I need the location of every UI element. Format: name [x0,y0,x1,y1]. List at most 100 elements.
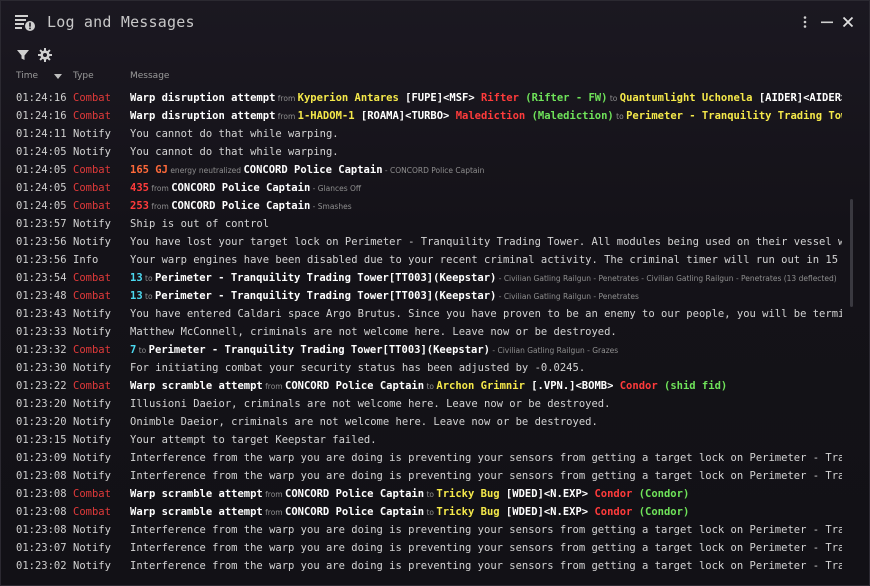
message-fragment: Warp disruption attempt [130,92,276,104]
message-fragment: For initiating combat your security stat… [130,362,586,374]
log-type: Notify [73,416,111,428]
log-time: 01:23:43 [16,308,67,320]
log-type: Notify [73,434,111,446]
toolbar [1,45,869,67]
log-time: 01:23:09 [16,452,67,464]
message-fragment: CONCORD Police Captain [285,506,425,518]
message-fragment: to [142,292,155,301]
log-row: 01:24:16 Combat Warp disruption attempt fr… [1,89,846,107]
scrollbar[interactable] [850,199,853,307]
message-fragment: to [424,382,437,391]
log-row: 01:23:56 Info Your warp engines have been … [1,251,846,269]
log-row: 01:23:57 Notify Ship is out of control [1,215,846,233]
message-fragment: Your attempt to target Keepstar failed. [130,434,377,446]
log-row: 01:23:32 Combat 7 to Perimeter - Tranquili… [1,341,846,359]
message-fragment: to [424,508,437,517]
message-fragment: Warp scramble attempt [130,380,263,392]
log-type: Combat [73,290,111,302]
message-fragment: Warp scramble attempt [130,488,263,500]
log-type: Notify [73,128,111,140]
column-message[interactable]: Message [130,71,169,81]
message-fragment: Condor [619,380,658,392]
message-fragment: [FUPE]<MSF> [398,92,481,104]
message-fragment: - Civilian Gatling Railgun - Penetrates … [496,274,837,283]
log-message: Warp disruption attempt from Kyperion An… [130,89,842,107]
log-row: 01:23:08 Combat Warp scramble attempt from… [1,485,846,503]
log-message: 13 to Perimeter - Tranquility Trading To… [130,287,842,305]
close-icon[interactable] [840,14,856,30]
message-fragment: from [262,490,285,499]
message-fragment: (shid fid) [657,380,728,392]
log-type: Notify [73,308,111,320]
log-row: 01:24:05 Combat 435 from CONCORD Police Ca… [1,179,846,197]
log-time: 01:23:30 [16,362,67,374]
log-time: 01:23:08 [16,506,67,518]
log-message: Warp scramble attempt from CONCORD Polic… [130,503,842,521]
log-type: Notify [73,236,111,248]
log-type: Combat [73,164,111,176]
log-message: You have lost your target lock on Perime… [130,233,842,251]
message-fragment: to [136,346,149,355]
message-fragment: CONCORD Police Captain [171,182,311,194]
log-type: Notify [73,452,111,464]
log-row: 01:23:08 Notify Interference from the warp… [1,521,846,539]
log-type: Combat [73,92,111,104]
log-type: Combat [73,344,111,356]
log-row: 01:23:22 Combat Warp scramble attempt from… [1,377,846,395]
log-row: 01:23:15 Notify Your attempt to target Kee… [1,431,846,449]
message-fragment: (Condor) [632,506,690,518]
title-bar[interactable]: Log and Messages [1,1,869,43]
column-type[interactable]: Type [73,71,94,81]
log-time: 01:23:08 [16,470,67,482]
window-title: Log and Messages [47,13,195,31]
message-fragment: energy neutralized [167,166,244,175]
log-message: You cannot do that while warping. [130,125,842,143]
message-fragment: Condor [594,488,633,500]
log-row: 01:23:07 Notify Interference from the warp… [1,539,846,557]
log-time: 01:24:05 [16,200,67,212]
message-fragment: Tricky Bug [436,506,500,518]
log-message: Warp scramble attempt from CONCORD Polic… [130,377,842,395]
message-fragment: 13 [130,272,143,284]
log-message: Interference from the warp you are doing… [130,449,842,467]
gear-icon[interactable] [37,47,53,63]
kebab-menu-icon[interactable] [797,14,813,30]
message-fragment: [AIDER]<AIDER> [758,92,842,104]
message-fragment: - Civilian Gatling Railgun - Penetrates [496,292,639,301]
log-row: 01:23:56 Notify You have lost your target … [1,233,846,251]
log-type: Notify [73,470,111,482]
log-type: Notify [73,218,111,230]
log-type: Combat [73,182,111,194]
log-row: 01:23:08 Combat Warp scramble attempt from… [1,503,846,521]
minimize-icon[interactable] [819,14,835,30]
log-type: Combat [73,488,111,500]
log-message: 253 from CONCORD Police Captain - Smashe… [130,197,842,215]
message-fragment: Interference from the warp you are doing… [130,452,842,464]
message-fragment: from [275,94,298,103]
log-type: Notify [73,362,111,374]
log-time: 01:23:33 [16,326,67,338]
log-type: Combat [73,110,111,122]
log-message: Your warp engines have been disabled due… [130,251,842,269]
log-message: Interference from the warp you are doing… [130,539,842,557]
message-list[interactable]: 01:24:16 Combat Warp disruption attempt fr… [1,89,846,579]
message-fragment: Matthew McConnell, criminals are not wel… [130,326,617,338]
message-fragment: [WDED]<N.EXP> [499,488,595,500]
log-message: You have entered Caldari space Argo Brut… [130,305,842,323]
log-type: Notify [73,542,111,554]
message-fragment: You have lost your target lock on Perime… [130,236,842,248]
log-time: 01:23:15 [16,434,67,446]
column-header: Time Type Message [1,69,869,85]
message-fragment: (Rifter - FW) [518,92,608,104]
message-fragment: 13 [130,290,143,302]
log-type: Notify [73,524,111,536]
message-fragment: (Condor) [632,488,690,500]
filter-icon[interactable] [15,47,31,63]
log-type: Notify [73,326,111,338]
log-row: 01:23:30 Notify For initiating combat your… [1,359,846,377]
message-fragment: from [262,508,285,517]
log-row: 01:23:48 Combat 13 to Perimeter - Tranquil… [1,287,846,305]
column-time[interactable]: Time [16,71,38,81]
log-row: 01:23:54 Combat 13 to Perimeter - Tranquil… [1,269,846,287]
message-fragment: 1-HADOM-1 [297,110,355,122]
